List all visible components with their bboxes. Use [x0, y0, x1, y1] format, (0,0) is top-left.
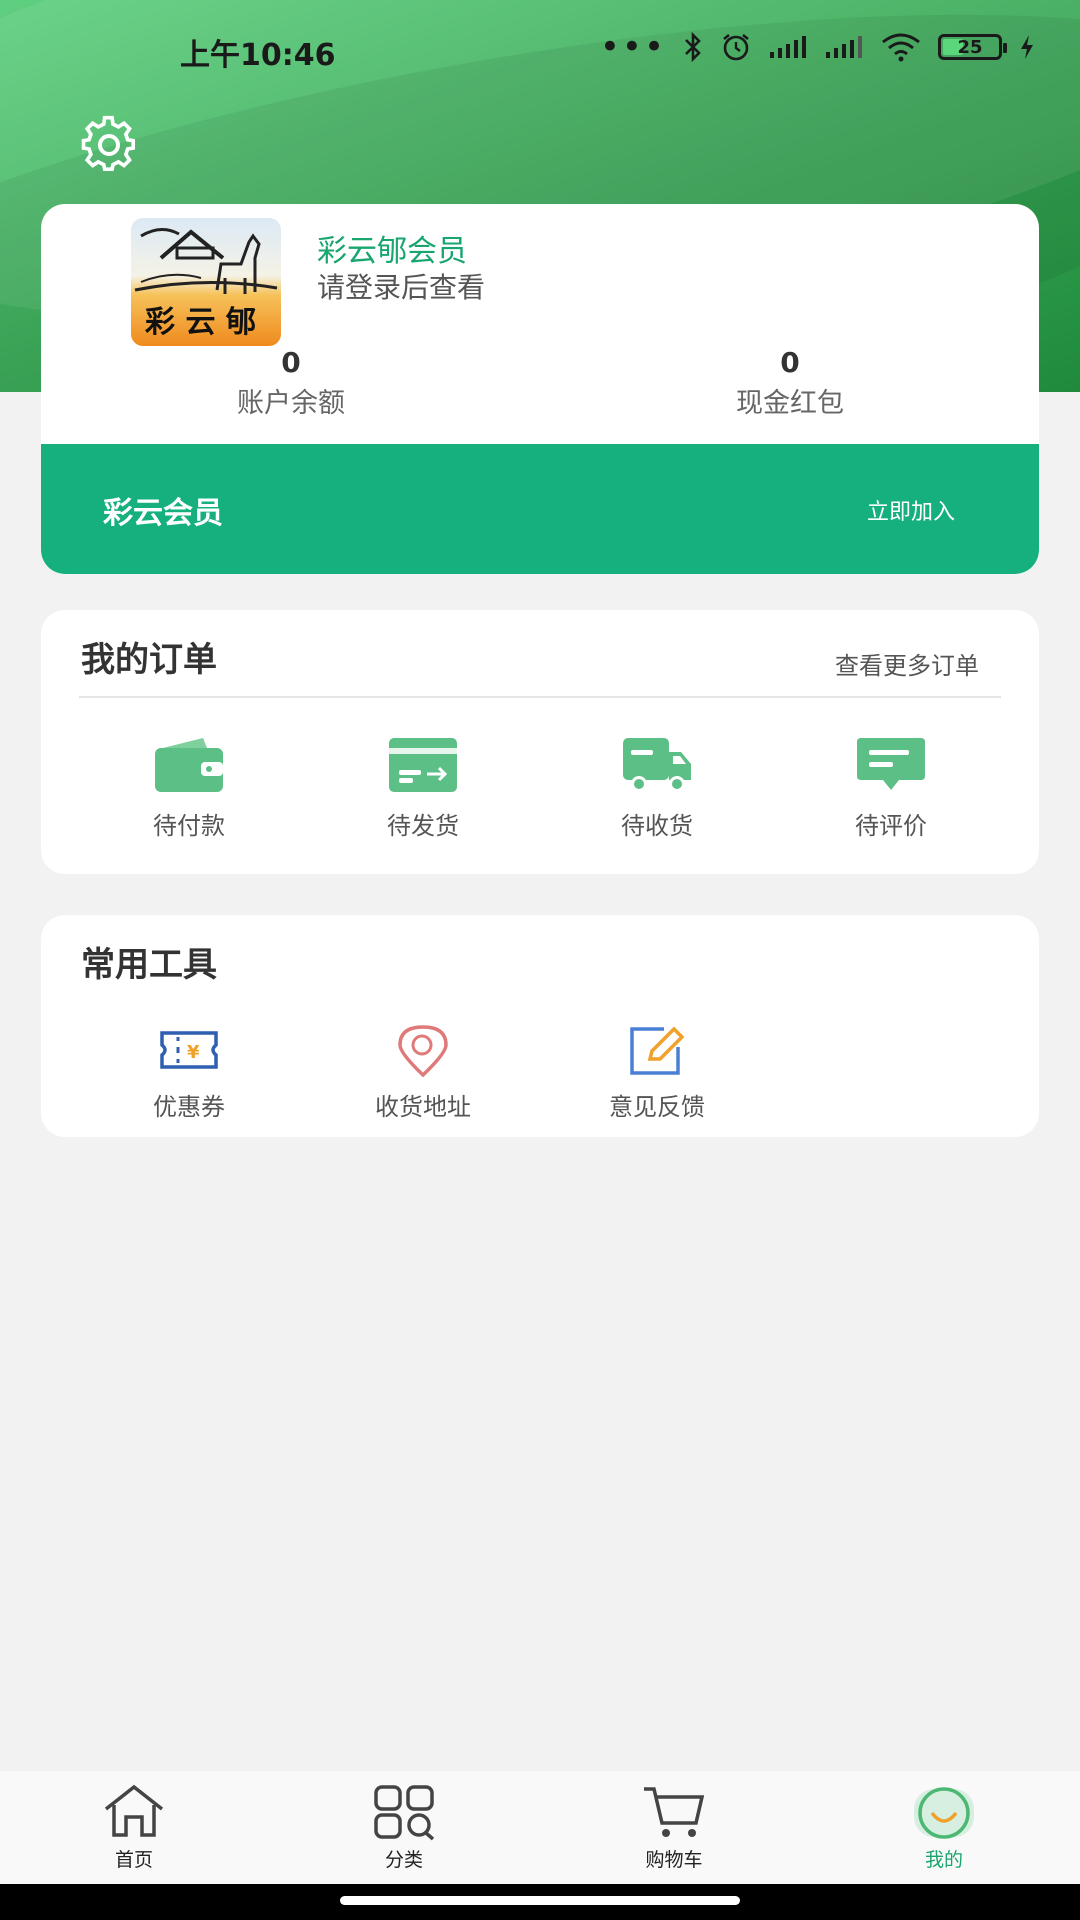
profile-icon	[914, 1787, 974, 1839]
chat-icon	[857, 738, 925, 790]
cash-value: 0	[780, 346, 800, 379]
order-pending-shipment[interactable]: 待发货	[343, 736, 503, 841]
balance-value: 0	[281, 346, 301, 379]
tool-feedback[interactable]: 意见反馈	[572, 1023, 742, 1122]
category-icon	[374, 1785, 435, 1841]
profile-card: 彩 云 郇 彩云郇会员 请登录后查看 0 账户余额 0 现金红包 彩云会员 立即…	[41, 204, 1039, 574]
balance-stat[interactable]: 0 账户余额	[141, 346, 441, 420]
nav-profile[interactable]: 我的	[874, 1783, 1014, 1872]
order-pending-shipment-label: 待发货	[387, 812, 459, 840]
location-pin-icon	[398, 1025, 448, 1077]
home-icon	[104, 1784, 164, 1837]
avatar-logo-text: 彩 云 郇	[145, 305, 256, 340]
view-more-orders-link[interactable]: 查看更多订单	[835, 646, 979, 681]
wallet-icon	[155, 738, 223, 792]
cash-stat[interactable]: 0 现金红包	[640, 346, 940, 420]
nav-profile-label: 我的	[924, 1849, 963, 1871]
vip-join-button[interactable]: 立即加入	[867, 494, 955, 526]
tool-address[interactable]: 收货地址	[338, 1023, 508, 1122]
bottom-nav: 首页 分类 购物车 我的	[0, 1770, 1080, 1884]
more-dots-icon: •••	[599, 27, 666, 67]
order-pending-receipt-label: 待收货	[621, 812, 693, 840]
coupon-icon: ¥	[160, 1031, 218, 1069]
battery-level: 25	[957, 36, 983, 58]
signal-icon-1	[768, 34, 808, 60]
wifi-icon	[880, 32, 922, 62]
gesture-bar	[0, 1884, 1080, 1920]
order-pending-payment-label: 待付款	[153, 812, 225, 840]
edit-icon	[630, 1026, 685, 1075]
nav-home[interactable]: 首页	[64, 1783, 204, 1872]
status-icons: ••• 25	[599, 27, 1036, 67]
svg-text:¥: ¥	[187, 1042, 200, 1063]
settings-gear-icon[interactable]	[78, 114, 140, 176]
orders-card: 我的订单 查看更多订单 待付款 待发货 待收货 待评价	[41, 610, 1039, 874]
nav-category-label: 分类	[384, 1849, 423, 1871]
nav-cart-label: 购物车	[645, 1849, 703, 1871]
status-time: 上午10:46	[180, 38, 336, 73]
vip-title: 彩云会员	[103, 496, 223, 531]
charging-icon	[1018, 33, 1036, 61]
tools-title: 常用工具	[81, 945, 217, 985]
tool-coupon-label: 优惠券	[153, 1093, 225, 1121]
status-bar: 上午10:46 ••• 25	[0, 0, 1080, 100]
nav-category[interactable]: 分类	[334, 1783, 474, 1872]
cash-label: 现金红包	[736, 388, 844, 419]
order-pending-payment[interactable]: 待付款	[109, 736, 269, 841]
divider	[79, 696, 1001, 698]
home-indicator[interactable]	[340, 1896, 740, 1905]
tool-feedback-label: 意见反馈	[609, 1093, 705, 1121]
signal-icon-2	[824, 34, 864, 60]
order-pending-review[interactable]: 待评价	[811, 736, 971, 841]
member-name: 彩云郇会员	[317, 234, 467, 269]
card-transfer-icon	[389, 738, 457, 792]
order-pending-review-label: 待评价	[855, 812, 927, 840]
tool-coupon[interactable]: ¥ 优惠券	[104, 1023, 274, 1122]
balance-label: 账户余额	[237, 388, 345, 419]
vip-bar: 彩云会员 立即加入	[41, 444, 1039, 574]
truck-icon	[623, 738, 691, 792]
tool-address-label: 收货地址	[375, 1093, 471, 1121]
nav-home-label: 首页	[114, 1849, 153, 1871]
tools-card: 常用工具 ¥ 优惠券 收货地址 意见反馈	[41, 915, 1039, 1137]
order-pending-receipt[interactable]: 待收货	[577, 736, 737, 841]
avatar[interactable]: 彩 云 郇	[131, 218, 281, 346]
nav-cart[interactable]: 购物车	[604, 1783, 744, 1872]
orders-title: 我的订单	[81, 640, 217, 680]
battery-icon: 25	[938, 34, 1007, 60]
bluetooth-icon	[682, 32, 704, 62]
alarm-icon	[720, 32, 752, 62]
cart-icon	[644, 1787, 705, 1837]
login-hint[interactable]: 请登录后查看	[317, 266, 485, 306]
